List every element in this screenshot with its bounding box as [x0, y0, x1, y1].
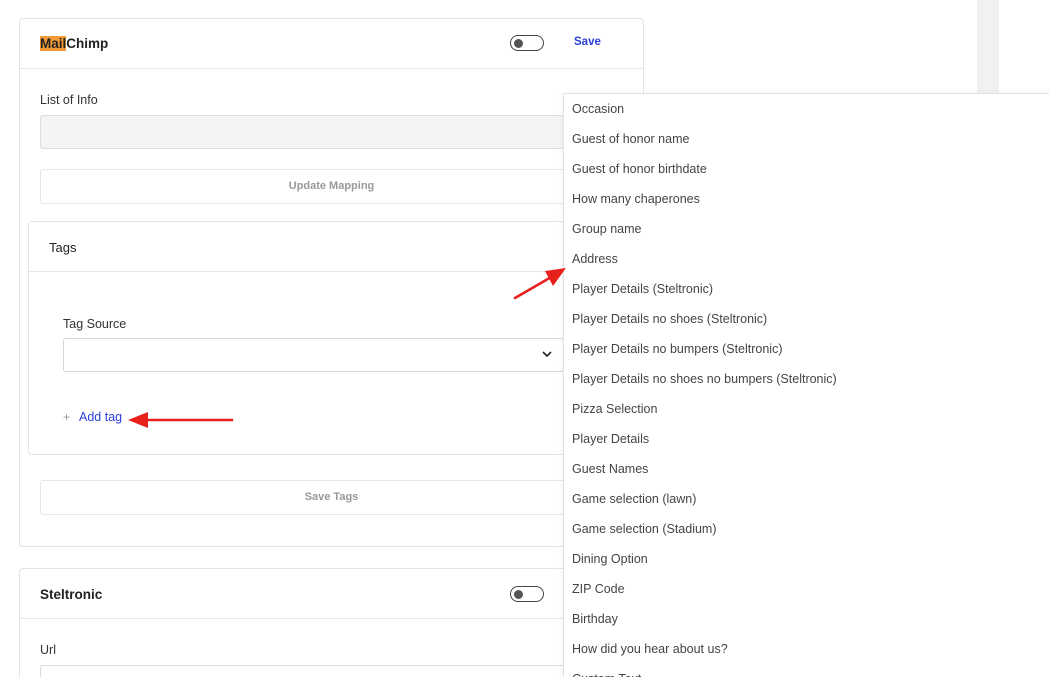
dropdown-option[interactable]: Group name: [564, 214, 1049, 244]
mailchimp-card: MailChimp Save List of Info Update Mappi…: [19, 18, 644, 547]
tags-card: Tags Tag Source + Add tag: [28, 221, 637, 455]
tag-source-select[interactable]: [63, 338, 564, 372]
dropdown-option[interactable]: How did you hear about us?: [564, 634, 1049, 664]
url-label: Url: [40, 643, 56, 657]
dropdown-option[interactable]: Occasion: [564, 94, 1049, 124]
title-rest: Chimp: [66, 36, 109, 51]
add-tag-label: Add tag: [79, 410, 123, 424]
dropdown-option[interactable]: Custom Text: [564, 664, 1049, 677]
steltronic-toggle[interactable]: [510, 586, 544, 602]
dropdown-option[interactable]: Birthday: [564, 604, 1049, 634]
plus-icon: +: [63, 410, 71, 424]
update-mapping-button[interactable]: Update Mapping: [40, 169, 623, 204]
dropdown-option[interactable]: Player Details no shoes (Steltronic): [564, 304, 1049, 334]
save-button[interactable]: Save: [574, 36, 601, 48]
tag-source-label: Tag Source: [63, 317, 127, 331]
dropdown-option[interactable]: Guest of honor name: [564, 124, 1049, 154]
dropdown-option[interactable]: Address: [564, 244, 1049, 274]
dropdown-option[interactable]: Pizza Selection: [564, 394, 1049, 424]
dropdown-option[interactable]: Player Details (Steltronic): [564, 274, 1049, 304]
title-highlight: Mail: [40, 36, 67, 51]
dropdown-option[interactable]: Player Details: [564, 424, 1049, 454]
toggle-knob: [514, 38, 523, 48]
tags-title: Tags: [49, 240, 77, 255]
dropdown-option[interactable]: Dining Option: [564, 544, 1049, 574]
mailchimp-header: MailChimp Save: [20, 19, 643, 69]
add-tag-button[interactable]: + Add tag: [63, 410, 122, 424]
steltronic-header: Steltronic: [20, 569, 643, 619]
chevron-down-icon: [542, 351, 552, 358]
tag-source-dropdown[interactable]: Occasion Guest of honor name Guest of hono…: [563, 93, 1049, 677]
mailchimp-title: MailChimp: [40, 36, 108, 51]
dropdown-option[interactable]: Player Details no shoes no bumpers (Stel…: [564, 364, 1049, 394]
mailchimp-toggle[interactable]: [510, 35, 544, 51]
list-of-info-label: List of Info: [40, 93, 98, 107]
list-of-info-field[interactable]: [40, 115, 625, 149]
dropdown-option[interactable]: Game selection (lawn): [564, 484, 1049, 514]
save-tags-button[interactable]: Save Tags: [40, 480, 623, 515]
dropdown-option[interactable]: Player Details no bumpers (Steltronic): [564, 334, 1049, 364]
steltronic-card: Steltronic Url: [19, 568, 644, 677]
tags-header: Tags: [29, 222, 636, 272]
background-strip: [977, 0, 999, 100]
dropdown-option[interactable]: Guest of honor birthdate: [564, 154, 1049, 184]
dropdown-option[interactable]: Guest Names: [564, 454, 1049, 484]
toggle-knob: [514, 589, 523, 599]
steltronic-title: Steltronic: [40, 587, 103, 602]
dropdown-option[interactable]: ZIP Code: [564, 574, 1049, 604]
url-field[interactable]: [40, 665, 625, 677]
dropdown-option[interactable]: How many chaperones: [564, 184, 1049, 214]
dropdown-option[interactable]: Game selection (Stadium): [564, 514, 1049, 544]
